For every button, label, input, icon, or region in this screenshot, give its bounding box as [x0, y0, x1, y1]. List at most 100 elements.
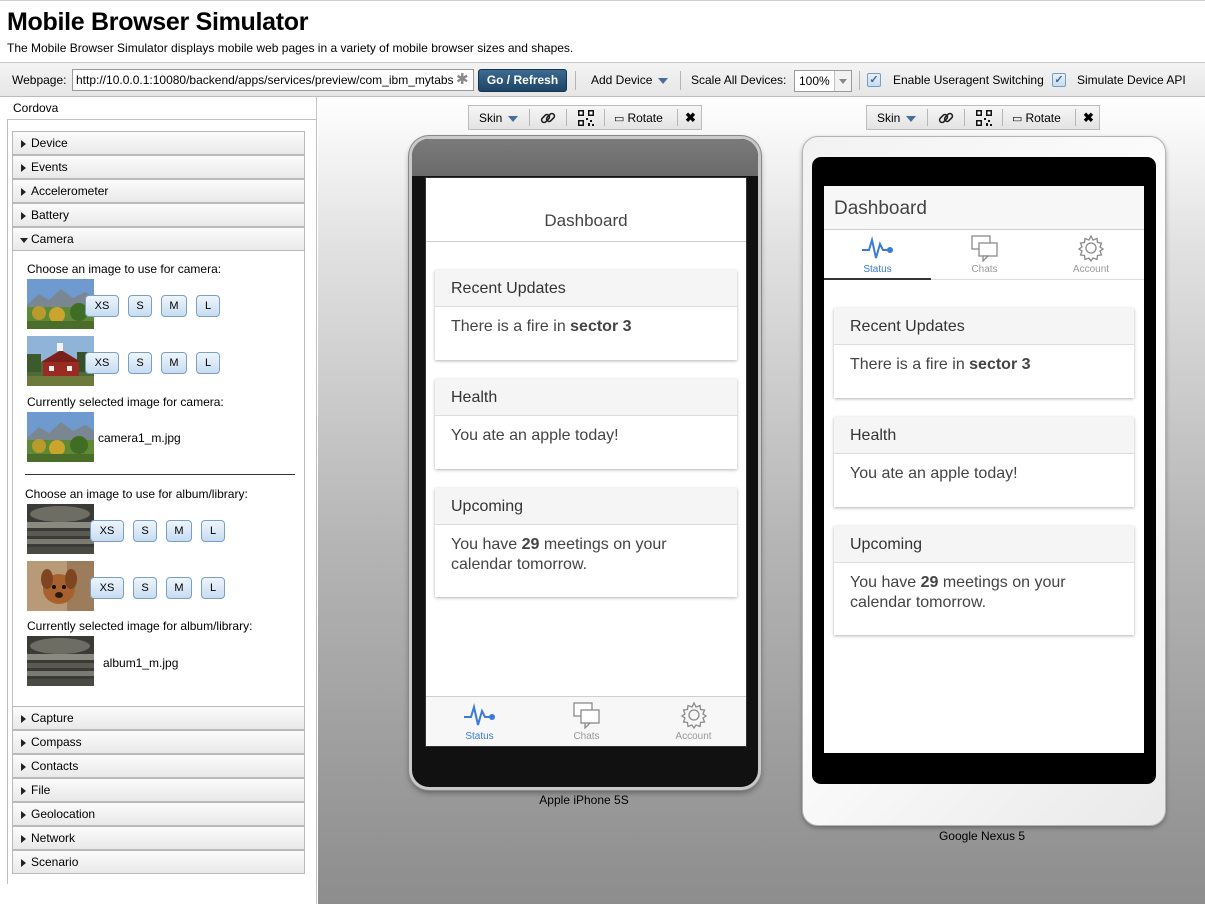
clear-url-icon[interactable]: ✱	[456, 72, 469, 87]
simulate-api-checkbox[interactable]: ✓	[1052, 73, 1066, 87]
size-l-button[interactable]: L	[201, 577, 225, 599]
skin-label: Skin	[479, 111, 503, 125]
size-m-button[interactable]: M	[166, 520, 192, 542]
toolbar-divider	[1002, 109, 1003, 126]
card-body: There is a fire in sector 3	[834, 345, 1134, 375]
chevron-down-icon	[658, 77, 669, 84]
size-l-button[interactable]: L	[196, 352, 220, 374]
iphone-device: Dashboard Recent Updates There is a fire…	[409, 136, 761, 790]
nexus-screen: Dashboard Status Chats Account Recent Up…	[824, 186, 1144, 753]
url-input[interactable]: http://10.0.0.1:10080/backend/apps/servi…	[72, 69, 474, 91]
card-text: You have	[850, 574, 921, 591]
size-s-button[interactable]: S	[128, 295, 152, 317]
size-xs-button[interactable]: XS	[90, 520, 124, 542]
webpage-label: Webpage:	[12, 73, 67, 87]
skin-dropdown[interactable]: Skin	[479, 111, 519, 125]
camera-panel: Choose an image to use for camera: XS S …	[12, 251, 305, 706]
toolbar-divider	[604, 109, 605, 126]
size-xs-button[interactable]: XS	[85, 352, 119, 374]
toolbar-divider	[1075, 109, 1076, 126]
tab-account[interactable]: Account	[1038, 230, 1144, 279]
device-name-nexus: Google Nexus 5	[938, 829, 1026, 843]
rotate-label: Rotate	[1025, 111, 1061, 125]
selected-album-filename: album1_m.jpg	[103, 656, 179, 670]
size-m-button[interactable]: M	[161, 295, 187, 317]
tab-account[interactable]: Account	[640, 697, 746, 746]
accordion-device[interactable]: Device	[12, 131, 305, 155]
link-icon[interactable]	[937, 109, 955, 130]
tab-status[interactable]: Status	[824, 230, 931, 279]
accordion-file[interactable]: File	[12, 778, 305, 802]
size-xs-button[interactable]: XS	[90, 577, 124, 599]
card-body: You ate an apple today!	[850, 465, 1018, 482]
toolbar-divider	[575, 71, 576, 90]
qr-code-icon[interactable]	[975, 109, 993, 130]
dropdown-arrow-icon[interactable]	[834, 71, 851, 91]
useragent-label: Enable Useragent Switching	[893, 73, 1044, 87]
card-title: Health	[834, 417, 1134, 454]
add-device-label: Add Device	[591, 73, 653, 87]
size-s-button[interactable]: S	[133, 577, 157, 599]
rotate-button[interactable]: ▭ Rotate	[1012, 111, 1061, 125]
card-title: Upcoming	[435, 488, 737, 525]
accordion-geolocation[interactable]: Geolocation	[12, 802, 305, 826]
app-title: Mobile Browser Simulator	[7, 8, 309, 36]
divider	[25, 474, 295, 475]
selected-camera-label: Currently selected image for camera:	[27, 395, 224, 409]
skin-dropdown[interactable]: Skin	[877, 111, 917, 125]
album-option-crowd[interactable]	[27, 504, 94, 554]
album-option-dog[interactable]	[27, 561, 94, 611]
card-body: There is a fire in sector 3	[435, 307, 737, 337]
toolbar-divider	[680, 71, 681, 90]
tab-bar: Status Chats Account	[824, 230, 1144, 280]
accordion-accelerometer[interactable]: Accelerometer	[12, 179, 305, 203]
size-xs-button[interactable]: XS	[85, 295, 119, 317]
page-title: Dashboard	[426, 178, 746, 242]
size-m-button[interactable]: M	[161, 352, 187, 374]
link-icon[interactable]	[539, 109, 557, 130]
useragent-checkbox[interactable]: ✓	[867, 73, 881, 87]
tab-label: Chats	[573, 731, 600, 742]
camera-option-mountains[interactable]	[27, 279, 94, 329]
tab-chats[interactable]: Chats	[533, 697, 640, 746]
tab-chats[interactable]: Chats	[931, 230, 1038, 279]
card-upcoming: Upcoming You have 29 meetings on your ca…	[834, 526, 1134, 635]
rotate-icon: ▭	[614, 113, 628, 125]
scale-label: Scale All Devices:	[691, 73, 787, 87]
card-health: Health You ate an apple today!	[834, 417, 1134, 507]
scale-select[interactable]: 100%	[794, 70, 852, 92]
selected-camera-filename: camera1_m.jpg	[98, 431, 181, 445]
rotate-label: Rotate	[627, 111, 663, 125]
camera-option-barn[interactable]	[27, 336, 94, 386]
card-title: Health	[435, 379, 737, 416]
toolbar-divider	[927, 109, 928, 126]
add-device-button[interactable]: Add Device	[591, 73, 669, 87]
card-text: You have	[451, 536, 522, 553]
accordion-contacts[interactable]: Contacts	[12, 754, 305, 778]
device-name-iphone: Apple iPhone 5S	[539, 793, 629, 807]
device-stage: Skin ▭ Rotate ✖ Skin ▭ Rotate ✖ Dashboar…	[318, 97, 1205, 904]
accordion-camera[interactable]: Camera	[12, 227, 305, 251]
accordion-compass[interactable]: Compass	[12, 730, 305, 754]
go-refresh-button[interactable]: Go / Refresh	[478, 69, 567, 92]
tab-label: Account	[1072, 264, 1110, 275]
accordion-capture[interactable]: Capture	[12, 706, 305, 730]
size-s-button[interactable]: S	[128, 352, 152, 374]
size-l-button[interactable]: L	[196, 295, 220, 317]
close-icon[interactable]: ✖	[1083, 110, 1094, 126]
tab-label: Chats	[971, 264, 998, 275]
rotate-button[interactable]: ▭ Rotate	[614, 111, 663, 125]
accordion: Device Events Accelerometer Battery Came…	[7, 119, 317, 884]
close-icon[interactable]: ✖	[685, 110, 696, 126]
size-s-button[interactable]: S	[133, 520, 157, 542]
size-m-button[interactable]: M	[166, 577, 192, 599]
accordion-scenario[interactable]: Scenario	[12, 850, 305, 874]
card-text-bold: 29	[521, 536, 540, 553]
size-l-button[interactable]: L	[201, 520, 225, 542]
qr-code-icon[interactable]	[577, 109, 595, 130]
accordion-battery[interactable]: Battery	[12, 203, 305, 227]
accordion-events[interactable]: Events	[12, 155, 305, 179]
selected-album-label: Currently selected image for album/libra…	[27, 619, 253, 633]
accordion-network[interactable]: Network	[12, 826, 305, 850]
tab-status[interactable]: Status	[426, 697, 533, 746]
